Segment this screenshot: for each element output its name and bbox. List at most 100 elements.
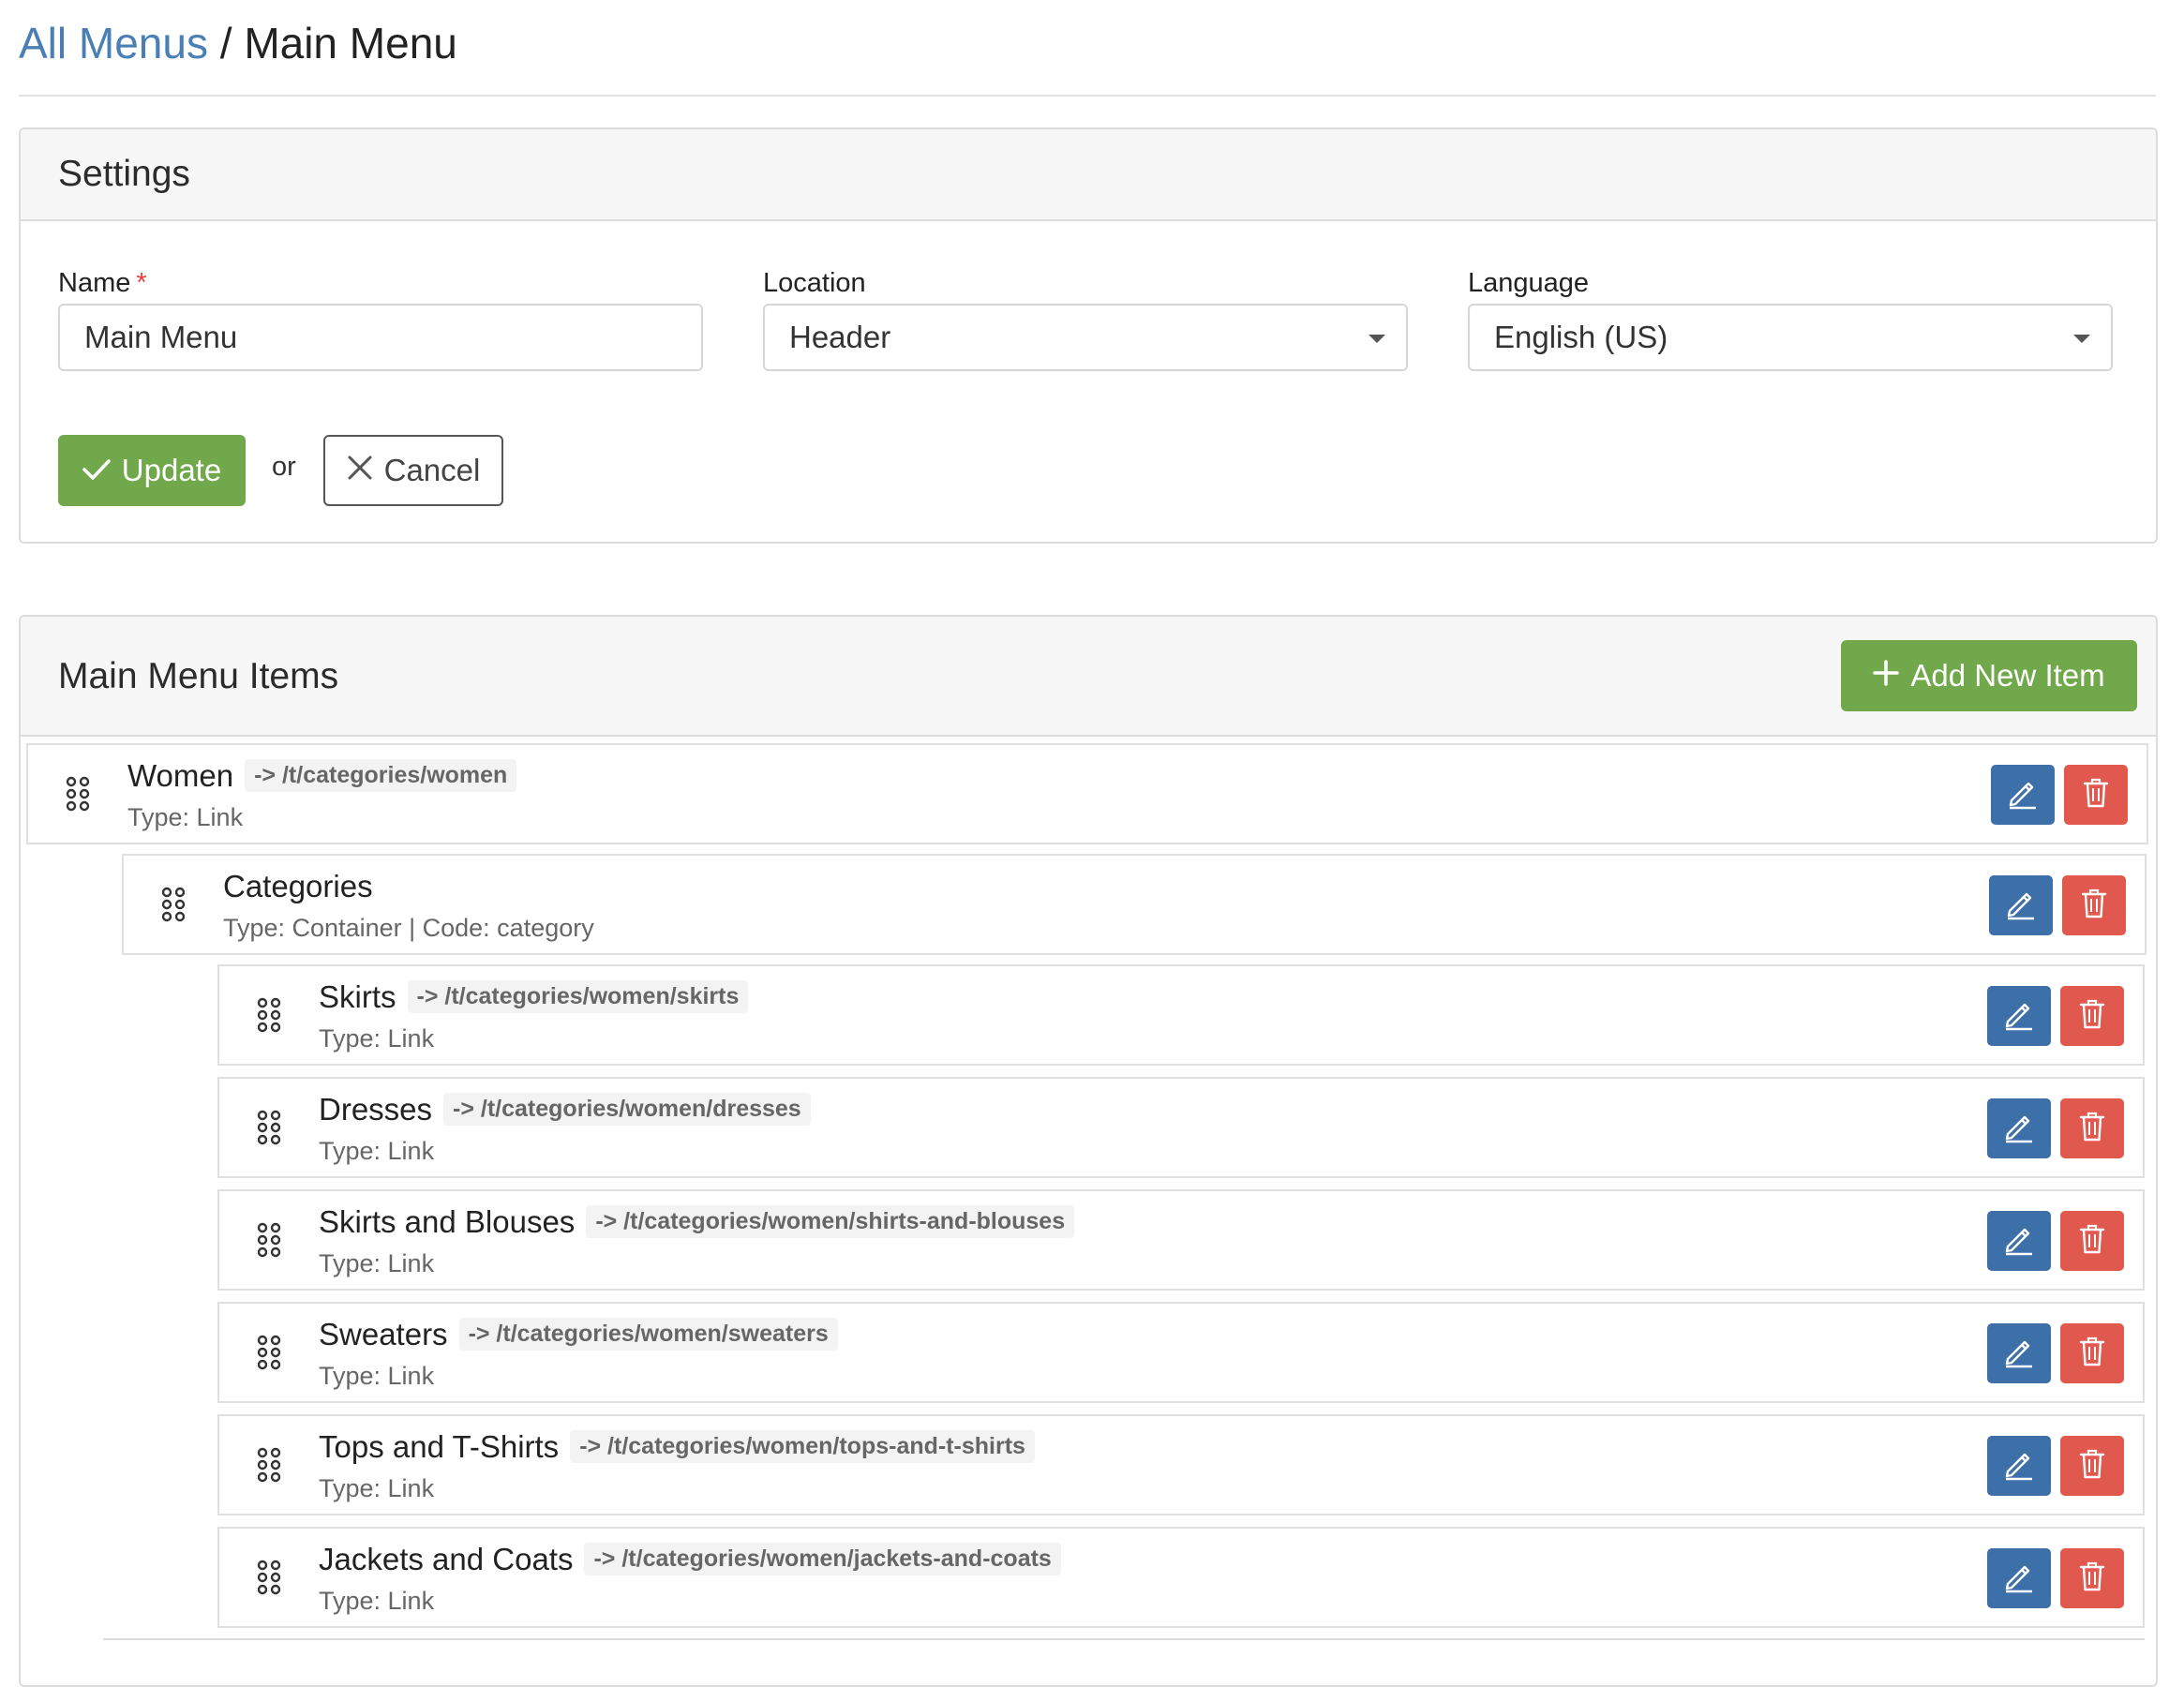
language-select[interactable]: English (US)	[1468, 304, 2113, 371]
cancel-button-label: Cancel	[383, 453, 481, 487]
location-select[interactable]: Header	[763, 304, 1408, 371]
trash-icon	[2078, 998, 2106, 1035]
location-select-value: Header	[789, 320, 891, 354]
menu-item-path: -> /t/categories/women/tops-and-t-shirts	[570, 1430, 1035, 1463]
drag-handle-icon[interactable]	[66, 776, 90, 812]
pencil-icon	[2002, 1447, 2036, 1485]
drag-handle-icon[interactable]	[257, 997, 281, 1033]
menu-item-title: Women	[127, 758, 234, 793]
nested-list-divider	[103, 1638, 2145, 1640]
edit-button[interactable]	[1987, 1211, 2051, 1271]
edit-button[interactable]	[1989, 875, 2053, 935]
drag-handle-icon[interactable]	[257, 1560, 281, 1595]
update-button-label: Update	[121, 453, 222, 487]
settings-title: Settings	[58, 154, 190, 194]
menu-item-row: Women -> /t/categories/women Type: Link	[26, 743, 2148, 844]
language-select-value: English (US)	[1494, 320, 1668, 354]
delete-button[interactable]	[2060, 1098, 2124, 1158]
menu-item-path: -> /t/categories/women	[245, 759, 517, 792]
edit-button[interactable]	[1987, 1098, 2051, 1158]
pencil-icon	[2002, 1560, 2036, 1598]
close-icon	[347, 453, 373, 488]
menu-item-title: Sweaters	[319, 1317, 448, 1351]
delete-button[interactable]	[2060, 1323, 2124, 1383]
delete-button[interactable]	[2060, 1211, 2124, 1271]
menu-item-path: -> /t/categories/women/dresses	[443, 1093, 811, 1126]
menu-item-type: Type: Link	[319, 1024, 435, 1053]
menu-item-row: Categories Type: Container | Code: categ…	[122, 854, 2147, 955]
edit-button[interactable]	[1987, 1323, 2051, 1383]
required-marker: *	[136, 268, 147, 298]
menu-item-title-line: Jackets and Coats -> /t/categories/women/…	[319, 1542, 1061, 1577]
menu-item-path: -> /t/categories/women/skirts	[407, 980, 749, 1013]
cancel-button[interactable]: Cancel	[323, 435, 503, 506]
delete-button[interactable]	[2060, 986, 2124, 1046]
menu-item-type: Type: Link	[319, 1474, 435, 1502]
menu-item-row: Skirts -> /t/categories/women/skirts Type…	[217, 964, 2145, 1066]
pencil-icon	[2006, 776, 2040, 814]
pencil-icon	[2002, 1110, 2036, 1148]
pencil-icon	[2002, 1222, 2036, 1261]
trash-icon	[2080, 888, 2108, 924]
breadcrumb: All Menus / Main Menu	[19, 13, 457, 73]
menu-item-title-line: Tops and T-Shirts -> /t/categories/women/…	[319, 1429, 1035, 1465]
settings-card: Settings Name * Main Menu Location Header…	[19, 127, 2158, 544]
menu-item-path: -> /t/categories/women/shirts-and-blouse…	[586, 1205, 1075, 1238]
settings-card-header: Settings	[21, 129, 2156, 221]
menu-item-row: Skirts and Blouses -> /t/categories/women…	[217, 1189, 2145, 1291]
trash-icon	[2082, 777, 2110, 814]
drag-handle-icon[interactable]	[257, 1110, 281, 1145]
edit-button[interactable]	[1987, 1436, 2051, 1496]
trash-icon	[2078, 1560, 2106, 1597]
name-label-text: Name	[58, 268, 131, 298]
drag-handle-icon[interactable]	[257, 1222, 281, 1258]
name-input[interactable]: Main Menu	[58, 304, 703, 371]
menu-item-type: Type: Link	[319, 1137, 435, 1165]
menu-item-title: Skirts	[319, 979, 396, 1014]
drag-handle-icon[interactable]	[161, 887, 186, 922]
menu-item-title-line: Categories	[223, 869, 373, 904]
check-icon	[82, 453, 111, 488]
location-label: Location	[763, 268, 866, 298]
menu-item-type: Type: Link	[127, 803, 244, 831]
edit-button[interactable]	[1987, 986, 2051, 1046]
or-text: or	[272, 452, 296, 482]
delete-button[interactable]	[2064, 765, 2128, 825]
pencil-icon	[2002, 997, 2036, 1036]
drag-handle-icon[interactable]	[257, 1335, 281, 1370]
trash-icon	[2078, 1111, 2106, 1147]
trash-icon	[2078, 1223, 2106, 1260]
menu-item-title: Dresses	[319, 1092, 433, 1127]
add-new-item-label: Add New Item	[1910, 658, 2105, 693]
page-title: Main Menu	[244, 19, 457, 67]
drag-handle-icon[interactable]	[257, 1447, 281, 1483]
menu-item-title-line: Sweaters -> /t/categories/women/sweaters	[319, 1317, 838, 1352]
menu-item-type: Type: Link	[319, 1587, 435, 1615]
breadcrumb-all-menus-link[interactable]: All Menus	[19, 19, 208, 67]
pencil-icon	[2004, 887, 2038, 925]
menu-item-title-line: Dresses -> /t/categories/women/dresses	[319, 1092, 811, 1127]
pencil-icon	[2002, 1335, 2036, 1373]
menu-item-title: Tops and T-Shirts	[319, 1429, 560, 1464]
add-new-item-button[interactable]: Add New Item	[1841, 640, 2137, 711]
menu-item-row: Jackets and Coats -> /t/categories/women/…	[217, 1527, 2145, 1628]
menu-item-row: Tops and T-Shirts -> /t/categories/women/…	[217, 1414, 2145, 1515]
menu-items-card-header: Main Menu Items Add New Item	[21, 617, 2156, 737]
menu-item-type: Type: Link	[319, 1249, 435, 1277]
delete-button[interactable]	[2060, 1436, 2124, 1496]
menu-item-title: Categories	[223, 869, 373, 903]
caret-down-icon	[2073, 335, 2090, 343]
name-input-value: Main Menu	[84, 320, 238, 354]
name-label: Name *	[58, 268, 147, 299]
delete-button[interactable]	[2062, 875, 2126, 935]
menu-item-title: Jackets and Coats	[319, 1542, 574, 1576]
delete-button[interactable]	[2060, 1548, 2124, 1608]
update-button[interactable]: Update	[58, 435, 246, 506]
menu-item-row: Dresses -> /t/categories/women/dresses Ty…	[217, 1077, 2145, 1178]
edit-button[interactable]	[1987, 1548, 2051, 1608]
caret-down-icon	[1369, 335, 1385, 343]
menu-item-row: Sweaters -> /t/categories/women/sweaters …	[217, 1302, 2145, 1403]
menu-item-path: -> /t/categories/women/sweaters	[458, 1318, 838, 1351]
edit-button[interactable]	[1991, 765, 2055, 825]
header-divider	[19, 95, 2156, 97]
